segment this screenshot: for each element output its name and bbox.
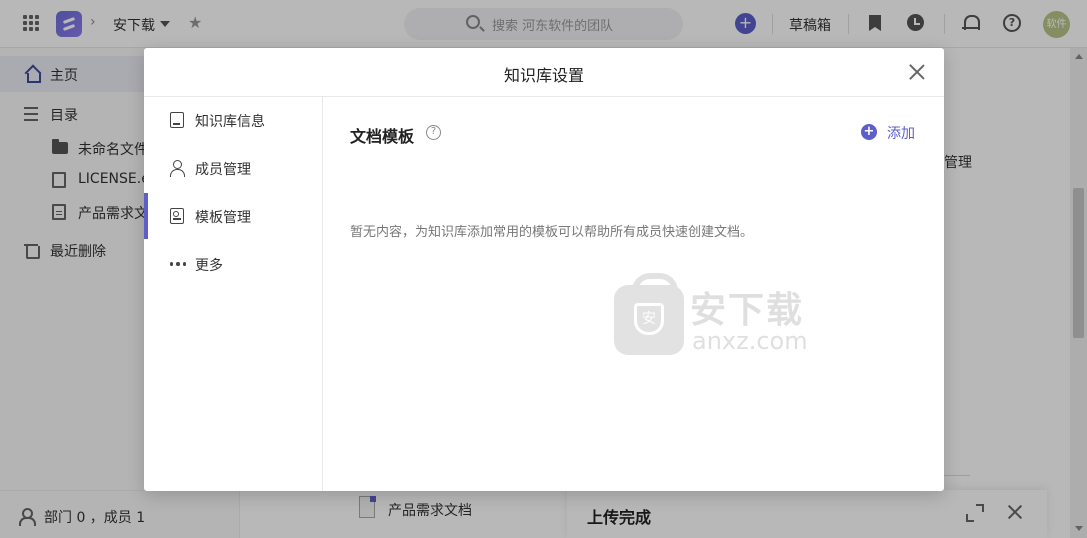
add-label: 添加 bbox=[887, 126, 915, 142]
nav-item-label: 成员管理 bbox=[195, 162, 251, 178]
watermark: 安 安下载 anxz.com bbox=[614, 273, 834, 355]
template-icon bbox=[170, 208, 184, 224]
nav-item-templates[interactable]: 模板管理 bbox=[144, 193, 322, 239]
more-dots-icon bbox=[170, 262, 186, 278]
nav-item-info[interactable]: 知识库信息 bbox=[144, 97, 322, 143]
members-icon bbox=[170, 160, 186, 177]
empty-state-message: 暂无内容，为知识库添加常用的模板可以帮助所有成员快速创建文档。 bbox=[350, 225, 754, 240]
nav-item-label: 模板管理 bbox=[195, 210, 251, 226]
info-card-icon bbox=[170, 112, 184, 128]
nav-item-more[interactable]: 更多 bbox=[144, 241, 322, 287]
panel-heading: 文档模板 bbox=[350, 127, 415, 146]
settings-dialog: 知识库设置 知识库信息 成员管理 模板管理 更多 文档模板 ? + 添加 暂无内… bbox=[144, 48, 944, 491]
help-circle-icon[interactable]: ? bbox=[426, 125, 441, 140]
dialog-title: 知识库设置 bbox=[503, 66, 584, 85]
settings-nav: 知识库信息 成员管理 模板管理 更多 bbox=[144, 97, 323, 491]
templates-panel: 文档模板 ? + 添加 暂无内容，为知识库添加常用的模板可以帮助所有成员快速创建… bbox=[323, 97, 944, 491]
watermark-title: 安下载 bbox=[690, 290, 805, 331]
nav-item-members[interactable]: 成员管理 bbox=[144, 145, 322, 191]
watermark-badge: 安 bbox=[634, 303, 664, 335]
watermark-domain: anxz.com bbox=[692, 327, 808, 355]
plus-circle-icon: + bbox=[861, 124, 877, 140]
dialog-header: 知识库设置 bbox=[144, 48, 944, 97]
close-icon[interactable] bbox=[909, 64, 925, 80]
nav-item-label: 知识库信息 bbox=[195, 114, 265, 130]
shopping-bag-icon: 安 bbox=[614, 273, 684, 355]
nav-item-label: 更多 bbox=[195, 258, 223, 274]
